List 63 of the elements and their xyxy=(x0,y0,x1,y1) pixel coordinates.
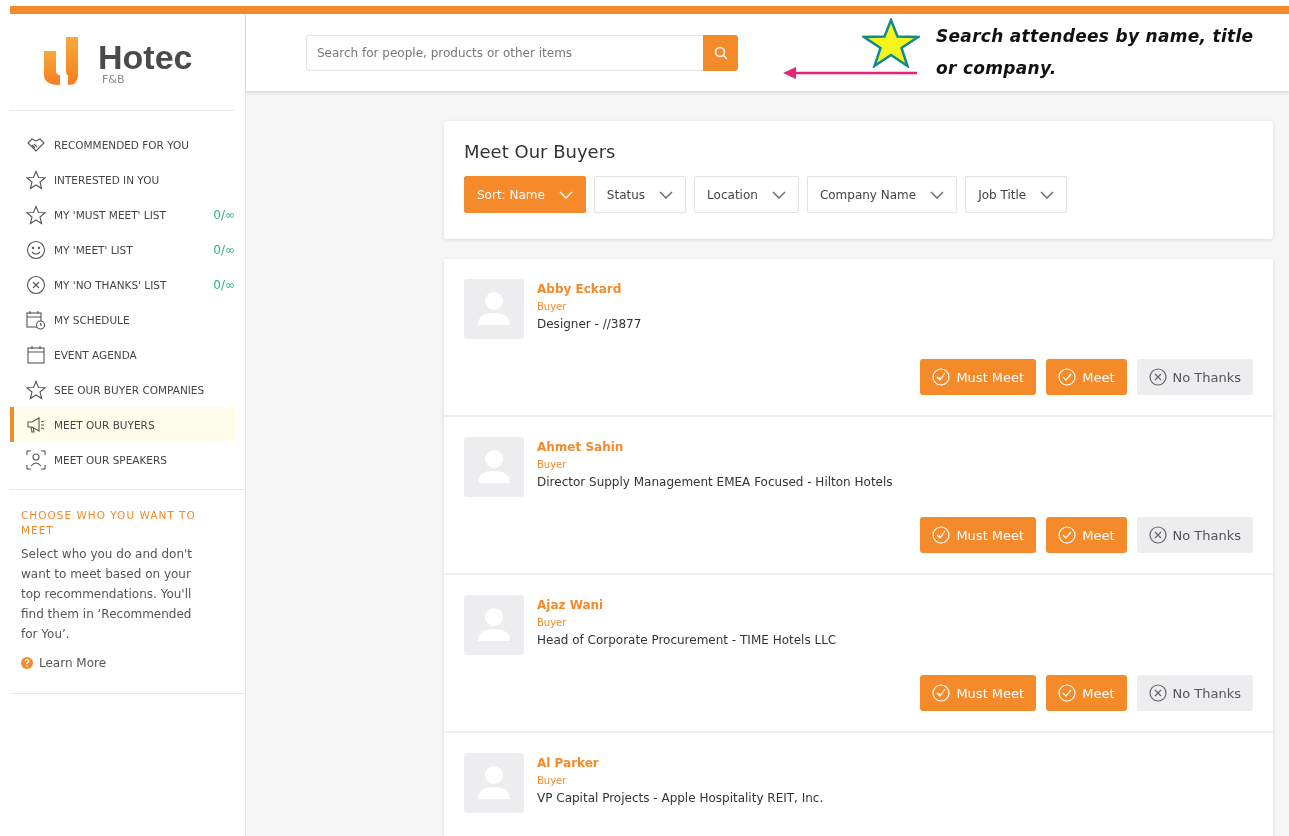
check-circle-icon xyxy=(932,368,951,386)
buyer-job-title: Designer - //3877 xyxy=(537,317,642,331)
x-circle-icon xyxy=(1148,526,1167,544)
chevron-icon xyxy=(930,190,945,199)
chevron-icon xyxy=(558,190,573,199)
buyer-job-title: Director Supply Management EMEA Focused - Hilton Hotels xyxy=(537,475,893,489)
star-icon xyxy=(26,204,46,225)
sidebar-item[interactable]: MEET OUR BUYERS xyxy=(10,407,235,442)
logo-name: Hotec xyxy=(98,39,193,74)
sidebar-item[interactable]: MEET OUR SPEAKERS xyxy=(10,442,235,477)
annotation-text: Search attendees by name, title or company. xyxy=(936,25,1255,80)
buyer-role: Buyer xyxy=(537,775,567,786)
search-button[interactable] xyxy=(703,34,738,71)
search-field[interactable]: Search for people, products or other items xyxy=(306,34,703,71)
check-circle-icon xyxy=(1058,368,1077,386)
no-thanks-button[interactable]: No Thanks xyxy=(1136,675,1253,711)
help-icon xyxy=(21,657,33,669)
filter-dropdown[interactable]: Job Title xyxy=(965,176,1068,213)
filter-dropdown[interactable]: Location xyxy=(694,176,799,213)
chevron-icon xyxy=(659,190,674,199)
person-icon xyxy=(26,449,46,470)
sidebar-item[interactable]: MY 'NO THANKS' LIST 0/∞ xyxy=(10,267,235,302)
star-icon xyxy=(26,169,46,190)
sidebar-item[interactable]: MY 'MEET' LIST 0/∞ xyxy=(10,232,235,267)
sidebar-item[interactable]: RECOMMENDED FOR YOU xyxy=(10,127,235,162)
no-thanks-button[interactable]: No Thanks xyxy=(1136,359,1253,395)
search-icon xyxy=(713,45,728,60)
calendar-clock-icon xyxy=(26,309,46,330)
x-circle-icon xyxy=(1148,368,1167,386)
star-icon xyxy=(26,379,46,400)
buyer-job-title: Head of Corporate Procurement - TIME Hotels LLC xyxy=(537,633,837,647)
buyer-role: Buyer xyxy=(537,459,567,470)
sidebar-item[interactable]: MY SCHEDULE xyxy=(10,302,235,337)
list-count: 0/∞ xyxy=(213,242,235,257)
chevron-icon xyxy=(1040,190,1055,199)
sidebar-item[interactable]: INTERESTED IN YOU xyxy=(10,162,235,197)
check-circle-icon xyxy=(1058,526,1077,544)
sidebar-item[interactable]: EVENT AGENDA xyxy=(10,337,235,372)
megaphone-icon xyxy=(26,414,46,435)
logo-subtitle: F&B xyxy=(102,73,126,85)
buyer-role: Buyer xyxy=(537,617,567,628)
sidebar-item[interactable]: SEE OUR BUYER COMPANIES xyxy=(10,372,235,407)
filter-dropdown[interactable]: Status xyxy=(593,176,687,213)
filter-dropdown[interactable]: Company Name xyxy=(806,176,958,213)
list-count: 0/∞ xyxy=(213,277,235,292)
list-count: 0/∞ xyxy=(213,207,235,222)
no-thanks-button[interactable]: No Thanks xyxy=(1136,517,1253,553)
smiley-icon xyxy=(26,239,46,260)
sidebar-item[interactable]: MY 'MUST MEET' LIST 0/∞ xyxy=(10,197,235,232)
buyer-job-title: VP Capital Projects - Apple Hospitality REIT, Inc. xyxy=(537,791,824,805)
learn-more-link[interactable]: Learn More xyxy=(21,656,107,670)
help-title: CHOOSE WHO YOU WANT TO MEET xyxy=(21,508,197,538)
page-title: Meet Our Buyers xyxy=(464,141,617,162)
x-circle-icon xyxy=(26,274,46,295)
chevron-icon xyxy=(771,190,786,199)
x-circle-icon xyxy=(1148,684,1167,702)
help-text: Select who you do and don't want to meet based on your top recommendations. You'll find them in ‘Recommended for You’. xyxy=(21,546,193,643)
check-circle-icon xyxy=(932,526,951,544)
check-circle-icon xyxy=(932,684,951,702)
buyer-role: Buyer xyxy=(537,301,567,312)
star-icon xyxy=(862,18,920,68)
check-circle-icon xyxy=(1058,684,1077,702)
calendar-icon xyxy=(26,344,46,365)
